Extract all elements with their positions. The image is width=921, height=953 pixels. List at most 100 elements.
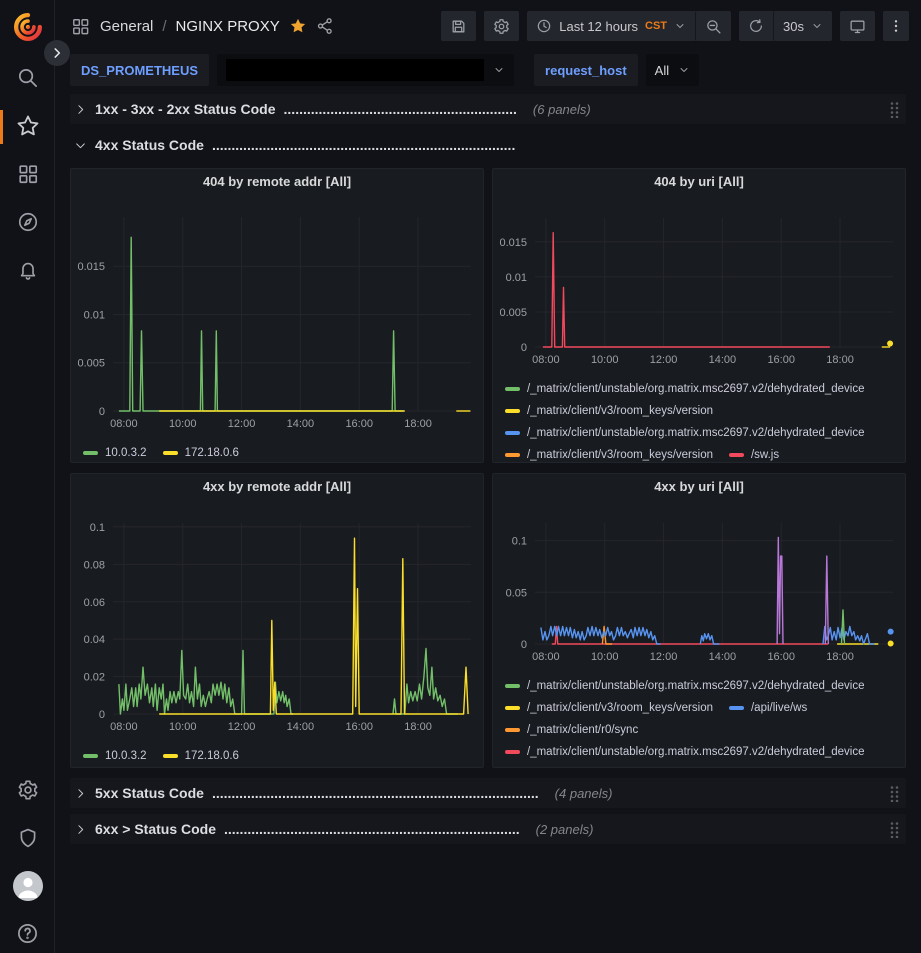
legend-swatch bbox=[729, 706, 744, 710]
save-dashboard-button[interactable] bbox=[441, 11, 476, 41]
row-title[interactable]: 5xx Status Code bbox=[95, 785, 204, 801]
legend-item[interactable]: 10.0.3.2 bbox=[83, 748, 147, 764]
legend-swatch bbox=[505, 453, 520, 457]
svg-text:10:00: 10:00 bbox=[591, 651, 619, 663]
svg-text:08:00: 08:00 bbox=[110, 418, 138, 430]
chevron-right-icon bbox=[74, 823, 87, 836]
legend-item[interactable]: 10.0.3.2 bbox=[83, 445, 147, 461]
navbar-actions: Last 12 hours CST 30s bbox=[441, 11, 909, 41]
row-1xx-3xx-2xx[interactable]: 1xx - 3xx - 2xx Status Code ............… bbox=[70, 94, 906, 124]
svg-text:0.005: 0.005 bbox=[77, 358, 105, 370]
svg-text:0.05: 0.05 bbox=[506, 587, 527, 599]
legend-item[interactable]: 172.18.0.6 bbox=[163, 445, 239, 461]
legend-swatch bbox=[729, 453, 744, 457]
favorite-star-icon[interactable] bbox=[289, 17, 307, 35]
legend-item[interactable]: /api/live/ws bbox=[729, 700, 807, 716]
user-avatar[interactable] bbox=[0, 871, 55, 901]
legend-swatch bbox=[505, 706, 520, 710]
row-panel-count: (2 panels) bbox=[536, 822, 594, 837]
variable-value-ds-prometheus[interactable] bbox=[217, 54, 514, 86]
legend-item[interactable]: /sw.js bbox=[729, 447, 779, 463]
explore-compass-icon[interactable] bbox=[0, 211, 55, 233]
help-icon[interactable] bbox=[0, 922, 55, 945]
panel-legend: 10.0.3.2 172.18.0.6 bbox=[83, 748, 473, 764]
panel-title[interactable]: 404 by uri [All] bbox=[493, 169, 905, 193]
panel-2: 4xx by remote addr [All]08:0010:0012:001… bbox=[70, 473, 484, 768]
legend-item[interactable]: /_matrix/client/v3/room_keys/version bbox=[505, 700, 713, 716]
expand-sidebar-button[interactable] bbox=[44, 40, 70, 66]
dashboard-title[interactable]: NGINX PROXY bbox=[176, 18, 280, 35]
row-drag-handle[interactable] bbox=[889, 821, 900, 838]
share-icon[interactable] bbox=[316, 17, 334, 35]
panel-legend: 10.0.3.2 172.18.0.6 bbox=[83, 445, 473, 461]
legend-item[interactable]: /_matrix/client/unstable/org.matrix.msc2… bbox=[505, 425, 865, 441]
legend-item[interactable]: /_matrix/client/v3/room_keys/version bbox=[505, 447, 713, 463]
breadcrumb-separator: / bbox=[162, 18, 166, 35]
svg-text:12:00: 12:00 bbox=[650, 651, 678, 663]
legend-item[interactable]: /_matrix/client/unstable/org.matrix.msc2… bbox=[505, 744, 865, 760]
grafana-logo-icon[interactable] bbox=[0, 13, 55, 41]
chevron-right-icon bbox=[74, 787, 87, 800]
legend-item[interactable]: /_matrix/client/unstable/org.matrix.msc2… bbox=[505, 381, 865, 397]
dashboard-settings-button[interactable] bbox=[484, 11, 519, 41]
legend-item[interactable]: /_matrix/client/r0/sync bbox=[505, 722, 638, 738]
variable-value-request-host[interactable]: All bbox=[646, 54, 699, 86]
svg-text:0.01: 0.01 bbox=[506, 272, 527, 284]
svg-text:18:00: 18:00 bbox=[826, 651, 854, 663]
row-drag-handle[interactable] bbox=[889, 101, 900, 118]
row-title[interactable]: 4xx Status Code bbox=[95, 137, 204, 153]
row-title[interactable]: 1xx - 3xx - 2xx Status Code bbox=[95, 101, 276, 117]
alerting-bell-icon[interactable] bbox=[0, 259, 55, 281]
svg-text:14:00: 14:00 bbox=[287, 418, 315, 430]
svg-text:08:00: 08:00 bbox=[110, 721, 138, 733]
breadcrumb: General / NGINX PROXY bbox=[100, 17, 334, 35]
row-6xx[interactable]: 6xx > Status Code ......................… bbox=[70, 814, 906, 844]
svg-text:0.06: 0.06 bbox=[84, 597, 105, 609]
dashboards-icon[interactable] bbox=[0, 163, 55, 185]
svg-text:0.015: 0.015 bbox=[77, 261, 105, 273]
panel-title[interactable]: 4xx by remote addr [All] bbox=[71, 474, 483, 498]
row-5xx[interactable]: 5xx Status Code ........................… bbox=[70, 778, 906, 808]
legend-item[interactable]: 172.18.0.6 bbox=[163, 748, 239, 764]
refresh-interval-dropdown[interactable]: 30s bbox=[773, 11, 832, 41]
row-4xx[interactable]: 4xx Status Code ........................… bbox=[70, 130, 906, 160]
zoom-out-button[interactable] bbox=[695, 11, 731, 41]
apps-grid-icon[interactable] bbox=[71, 17, 90, 36]
panel-title[interactable]: 404 by remote addr [All] bbox=[71, 169, 483, 193]
svg-text:14:00: 14:00 bbox=[287, 721, 315, 733]
row-title[interactable]: 6xx > Status Code bbox=[95, 821, 216, 837]
refresh-button[interactable] bbox=[739, 11, 773, 41]
kebab-menu-button[interactable] bbox=[883, 11, 909, 41]
search-icon[interactable] bbox=[0, 66, 55, 89]
legend-label: /_matrix/client/v3/room_keys/version bbox=[527, 447, 713, 463]
time-picker-group: Last 12 hours CST bbox=[527, 11, 731, 41]
tv-kiosk-button[interactable] bbox=[840, 11, 875, 41]
row-panel-count: (4 panels) bbox=[555, 786, 613, 801]
legend-swatch bbox=[505, 684, 520, 688]
configuration-gear-icon[interactable] bbox=[0, 779, 55, 801]
svg-text:12:00: 12:00 bbox=[228, 721, 256, 733]
server-admin-shield-icon[interactable] bbox=[0, 827, 55, 849]
svg-text:0: 0 bbox=[521, 342, 527, 354]
svg-text:10:00: 10:00 bbox=[169, 418, 197, 430]
panel-title[interactable]: 4xx by uri [All] bbox=[493, 474, 905, 498]
svg-text:0.08: 0.08 bbox=[84, 559, 105, 571]
legend-label: 172.18.0.6 bbox=[185, 445, 239, 461]
chevron-down-icon bbox=[74, 139, 87, 152]
chevron-right-icon bbox=[74, 103, 87, 116]
time-range-picker[interactable]: Last 12 hours CST bbox=[527, 11, 695, 41]
row-drag-handle[interactable] bbox=[889, 785, 900, 802]
legend-swatch bbox=[83, 754, 98, 758]
breadcrumb-section[interactable]: General bbox=[100, 18, 153, 35]
svg-text:0: 0 bbox=[99, 406, 105, 418]
starred-dashboards-icon[interactable] bbox=[0, 114, 55, 138]
legend-item[interactable]: /_matrix/client/v3/room_keys/version bbox=[505, 403, 713, 419]
panel-legend: /_matrix/client/unstable/org.matrix.msc2… bbox=[505, 381, 895, 463]
main-area: General / NGINX PROXY Last 12 hours CST bbox=[55, 0, 921, 953]
legend-label: /_matrix/client/unstable/org.matrix.msc2… bbox=[527, 678, 865, 694]
variable-label-ds-prometheus: DS_PROMETHEUS bbox=[70, 54, 209, 86]
legend-item[interactable]: /_matrix/client/unstable/org.matrix.msc2… bbox=[505, 678, 865, 694]
svg-text:16:00: 16:00 bbox=[345, 721, 373, 733]
svg-text:18:00: 18:00 bbox=[404, 418, 432, 430]
legend-label: /_matrix/client/v3/room_keys/version bbox=[527, 700, 713, 716]
